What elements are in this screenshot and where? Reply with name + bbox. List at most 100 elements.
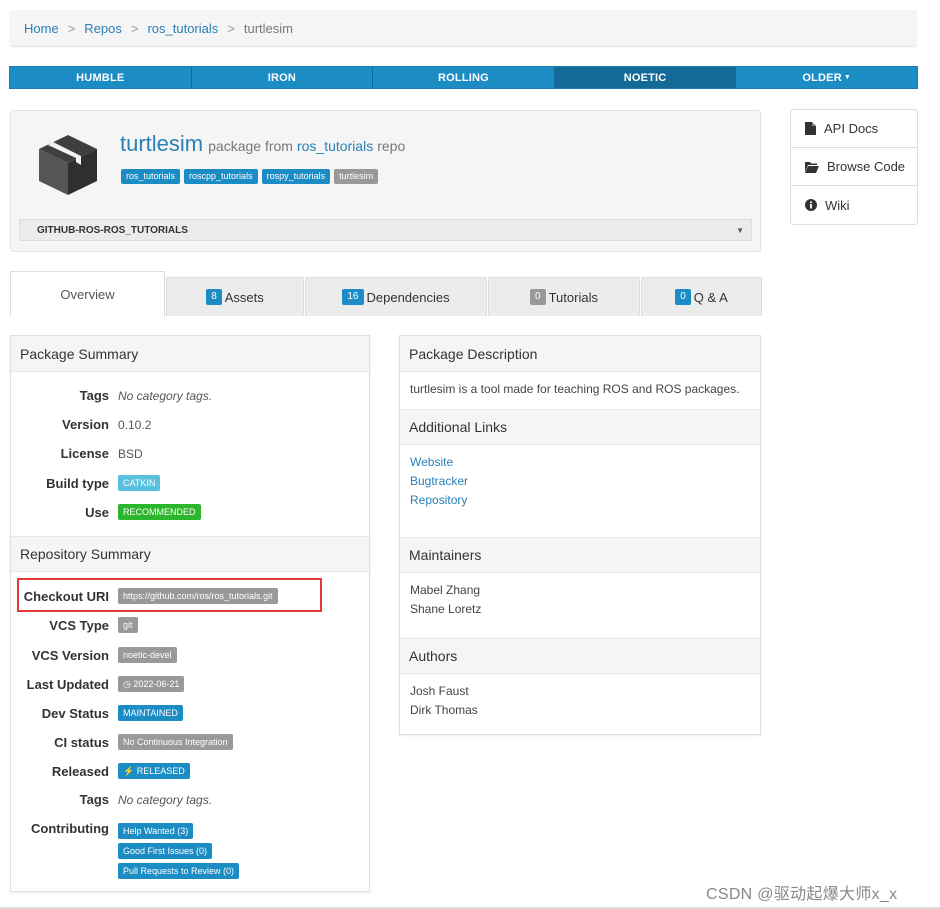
maintainer-name: Mabel Zhang <box>410 583 481 597</box>
package-summary-heading: Package Summary <box>11 336 369 372</box>
breadcrumb-repo[interactable]: ros_tutorials <box>147 21 218 36</box>
use-badge: RECOMMENDED <box>118 504 201 520</box>
distro-tab-humble[interactable]: HUMBLE <box>10 67 192 88</box>
help-wanted-link[interactable]: Help Wanted (3) <box>118 823 194 839</box>
additional-links-list: Website Bugtracker Repository <box>400 445 760 537</box>
tab-assets[interactable]: 8 Assets <box>166 277 304 316</box>
breadcrumb-separator: > <box>130 20 139 36</box>
repo-row-vcs-version: VCS Version noetic-devel <box>11 647 177 663</box>
author-name: Josh Faust <box>410 684 469 698</box>
tab-dependencies[interactable]: 16 Dependencies <box>305 277 487 316</box>
repo-row-dev-status: Dev Status MAINTAINED <box>11 705 183 721</box>
repo-row-contributing: Contributing Help Wanted (3) Good First … <box>11 821 240 879</box>
repository-select[interactable]: GITHUB-ROS-ROS_TUTORIALS ▼ <box>19 219 752 241</box>
maintainers-heading: Maintainers <box>400 537 760 573</box>
package-description-heading: Package Description <box>400 336 760 372</box>
repo-row-last-updated: Last Updated ◷ 2022-06-21 <box>11 676 185 692</box>
breadcrumb-separator: > <box>227 20 235 36</box>
repo-row-tags: Tags No category tags. <box>11 792 212 807</box>
distro-nav: HUMBLE IRON ROLLING NOETIC OLDER ▼ <box>9 66 918 89</box>
maintainers-list: Mabel Zhang Shane Loretz <box>400 573 760 638</box>
row-label: Last Updated <box>26 676 109 692</box>
summary-row-build-type: Build type CATKIN <box>11 475 161 491</box>
summary-row-tags: Tags No category tags. <box>11 388 212 403</box>
package-description-text: turtlesim is a tool made for teaching RO… <box>410 382 740 396</box>
package-tag-current: turtlesim <box>334 169 379 184</box>
repository-select-value: GITHUB-ROS-ROS_TUTORIALS <box>37 224 188 236</box>
content-tabs: Overview 8 Assets 16 Dependencies 0 Tuto… <box>10 271 762 317</box>
wiki-link[interactable]: Wiki <box>791 186 917 224</box>
breadcrumb-current: turtlesim <box>243 20 293 36</box>
details-panel: Package Description turtlesim is a tool … <box>399 335 761 735</box>
package-tag[interactable]: ros_tutorials <box>121 169 181 184</box>
maintainer-name: Shane Loretz <box>410 602 482 616</box>
breadcrumb-separator: > <box>67 20 76 36</box>
authors-heading: Authors <box>400 638 760 674</box>
repository-link[interactable]: Repository <box>410 491 750 510</box>
author-name: Dirk Thomas <box>410 703 478 717</box>
clock-icon: ◷ <box>123 679 131 689</box>
row-label: VCS Version <box>31 647 109 663</box>
package-tags: ros_tutorials roscpp_tutorials rospy_tut… <box>121 169 379 184</box>
row-value: No category tags. <box>118 388 213 403</box>
pull-requests-link[interactable]: Pull Requests to Review (0) <box>118 863 240 879</box>
summary-row-use: Use RECOMMENDED <box>11 504 201 520</box>
browse-code-link[interactable]: Browse Code <box>791 148 917 186</box>
row-label: Build type <box>46 475 109 491</box>
additional-links-heading: Additional Links <box>400 409 760 445</box>
tab-overview[interactable]: Overview <box>10 271 165 317</box>
build-type-badge: CATKIN <box>118 475 161 491</box>
package-tag[interactable]: rospy_tutorials <box>261 169 331 184</box>
tab-overview-label: Overview <box>60 287 115 302</box>
package-tag[interactable]: roscpp_tutorials <box>184 169 258 184</box>
tutorials-count-badge: 0 <box>530 289 546 305</box>
assets-count-badge: 8 <box>206 289 222 305</box>
last-updated-value: 2022-06-21 <box>133 679 180 689</box>
row-label: VCS Type <box>49 617 109 633</box>
distro-tab-iron[interactable]: IRON <box>192 67 374 88</box>
good-first-issues-link[interactable]: Good First Issues (0) <box>118 843 213 859</box>
package-from-text: package from <box>208 138 293 154</box>
checkout-uri-highlight <box>17 578 322 612</box>
tab-tutorials-label: Tutorials <box>548 289 598 305</box>
summary-panel: Package Summary Tags No category tags. V… <box>10 335 370 892</box>
tab-tutorials[interactable]: 0 Tutorials <box>488 277 640 316</box>
dependencies-count-badge: 16 <box>342 289 364 305</box>
tab-assets-label: Assets <box>224 289 264 305</box>
website-link[interactable]: Website <box>410 453 750 472</box>
row-label: Tags <box>79 388 109 403</box>
package-name[interactable]: turtlesim <box>120 131 203 157</box>
row-value: 0.10.2 <box>118 417 152 432</box>
distro-tab-noetic[interactable]: NOETIC <box>554 67 737 88</box>
breadcrumb-repos[interactable]: Repos <box>84 21 122 36</box>
distro-tab-older[interactable]: OLDER ▼ <box>736 67 917 88</box>
package-title: turtlesim package from ros_tutorials rep… <box>120 131 405 157</box>
breadcrumb: Home > Repos > ros_tutorials > turtlesim <box>10 10 917 46</box>
side-links: API Docs Browse Code Wiki <box>790 109 918 225</box>
bugtracker-link[interactable]: Bugtracker <box>410 472 750 491</box>
wiki-label: Wiki <box>825 197 850 213</box>
vcs-type-badge: git <box>118 617 138 633</box>
row-label: License <box>60 446 109 461</box>
package-box-icon <box>39 135 97 195</box>
repo-row-released: Released ⚡ RELEASED <box>11 763 190 779</box>
repository-summary-heading: Repository Summary <box>11 536 369 572</box>
tab-qa[interactable]: 0 Q & A <box>641 277 762 316</box>
tab-qa-label: Q & A <box>693 289 728 305</box>
watermark: CSDN @驱动起爆大师x_x <box>706 886 898 903</box>
summary-row-license: License BSD <box>11 446 143 461</box>
ci-status-badge: No Continuous Integration <box>118 734 233 750</box>
api-docs-link[interactable]: API Docs <box>791 110 917 148</box>
api-docs-label: API Docs <box>824 121 879 136</box>
package-repo-link[interactable]: ros_tutorials <box>297 138 373 154</box>
breadcrumb-home[interactable]: Home <box>24 21 59 36</box>
repo-row-ci-status: CI status No Continuous Integration <box>11 734 233 750</box>
distro-tab-older-label: OLDER <box>802 71 842 84</box>
qa-count-badge: 0 <box>675 289 691 305</box>
authors-list: Josh Faust Dirk Thomas <box>400 674 760 728</box>
browse-code-label: Browse Code <box>827 159 906 174</box>
info-circle-icon <box>805 199 817 211</box>
bolt-icon: ⚡ <box>123 766 135 776</box>
distro-tab-rolling[interactable]: ROLLING <box>373 67 555 88</box>
last-updated-badge: ◷ 2022-06-21 <box>118 676 185 692</box>
